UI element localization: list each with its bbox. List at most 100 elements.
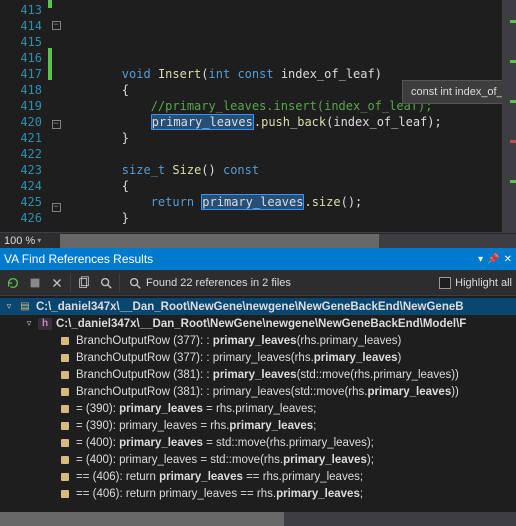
panel-title-text: VA Find References Results xyxy=(4,252,153,266)
line-number: 417 xyxy=(0,66,42,82)
editor-bottom-bar: 100 % ▾ xyxy=(0,232,516,248)
line-number: 424 xyxy=(0,178,42,194)
checkbox-box[interactable] xyxy=(439,277,451,289)
match-icon xyxy=(58,386,72,398)
header-file-icon: h xyxy=(38,318,52,330)
panel-title-bar[interactable]: VA Find References Results ▾ 📌 ✕ xyxy=(0,248,516,270)
match-icon xyxy=(58,471,72,483)
editor-horizontal-scrollbar[interactable] xyxy=(60,234,516,248)
results-horizontal-scrollbar[interactable] xyxy=(0,512,516,526)
tree-match-node[interactable]: = (400): primary_leaves = std::move(rhs.… xyxy=(0,451,516,468)
panel-menu-icon[interactable]: ▾ xyxy=(478,254,483,265)
fold-toggle xyxy=(48,53,64,69)
clear-button[interactable] xyxy=(48,274,66,292)
match-icon xyxy=(58,335,72,347)
fold-toggle[interactable]: − xyxy=(48,203,64,219)
line-number: 415 xyxy=(0,34,42,50)
line-number: 422 xyxy=(0,146,42,162)
tree-node-text: == (406): return primary_leaves == rhs.p… xyxy=(76,471,363,483)
line-number: 418 xyxy=(0,82,42,98)
tree-match-node[interactable]: = (390): primary_leaves = rhs.primary_le… xyxy=(0,400,516,417)
match-icon xyxy=(58,420,72,432)
tree-project-node[interactable]: ▿ ▤ C:\_daniel347x\__Dan_Root\NewGene\newg… xyxy=(0,298,516,315)
line-number: 421 xyxy=(0,130,42,146)
fold-toggle xyxy=(48,152,64,168)
code-line[interactable]: size_t Size() const xyxy=(64,162,502,178)
match-icon xyxy=(58,403,72,415)
fold-toggle xyxy=(48,101,64,117)
match-icon xyxy=(58,488,72,500)
line-number: 420 xyxy=(0,114,42,130)
tree-match-node[interactable]: BranchOutputRow (377): : primary_leaves(… xyxy=(0,349,516,366)
match-icon xyxy=(58,369,72,381)
tree-node-text: = (400): primary_leaves = std::move(rhs.… xyxy=(76,454,374,466)
tree-node-text: C:\_daniel347x\__Dan_Root\NewGene\newgen… xyxy=(36,301,464,313)
tree-node-text: == (406): return primary_leaves == rhs.p… xyxy=(76,488,363,500)
zoom-value: 100 % xyxy=(4,235,35,247)
fold-toggle xyxy=(48,184,64,200)
refresh-button[interactable] xyxy=(4,274,22,292)
highlight-all-label: Highlight all xyxy=(455,277,512,289)
match-icon xyxy=(58,352,72,364)
fold-toggle xyxy=(48,168,64,184)
code-line[interactable] xyxy=(64,50,502,66)
copy-button[interactable] xyxy=(75,274,93,292)
fold-toggle[interactable]: − xyxy=(48,21,64,37)
tree-node-text: BranchOutputRow (381): : primary_leaves(… xyxy=(76,386,459,398)
results-status-text: Found 22 references in 2 files xyxy=(146,277,291,289)
line-number: 426 xyxy=(0,210,42,226)
line-number: 413 xyxy=(0,2,42,18)
scrollbar-thumb[interactable] xyxy=(60,234,379,248)
fold-toggle xyxy=(48,136,64,152)
tree-match-node[interactable]: = (390): primary_leaves = rhs.primary_le… xyxy=(0,417,516,434)
find-button[interactable] xyxy=(97,274,115,292)
results-tree[interactable]: ▿ ▤ C:\_daniel347x\__Dan_Root\NewGene\newg… xyxy=(0,296,516,512)
code-editor[interactable]: 4134144154164174184194204214224234244254… xyxy=(0,0,516,232)
stop-button[interactable] xyxy=(26,274,44,292)
scrollbar-thumb[interactable] xyxy=(0,512,284,526)
pin-icon[interactable]: 📌 xyxy=(487,254,499,265)
tree-match-node[interactable]: == (406): return primary_leaves == rhs.p… xyxy=(0,485,516,502)
code-line[interactable]: primary_leaves.push_back(index_of_leaf); xyxy=(64,114,502,130)
code-line[interactable] xyxy=(64,226,502,232)
line-number-gutter: 4134144154164174184194204214224234244254… xyxy=(0,0,48,232)
tree-file-node[interactable]: ▿ h C:\_daniel347x\__Dan_Root\NewGene\newg… xyxy=(0,315,516,332)
tree-node-text: BranchOutputRow (377): : primary_leaves(… xyxy=(76,335,401,347)
code-area[interactable]: void Insert(int const index_of_leaf) { /… xyxy=(64,0,502,232)
symbol-tooltip: const int index_of_leaf xyxy=(402,80,502,104)
fold-toggle xyxy=(48,85,64,101)
chevron-down-icon: ▾ xyxy=(37,236,41,245)
code-line[interactable] xyxy=(64,146,502,162)
line-number: 414 xyxy=(0,18,42,34)
tree-twisty[interactable]: ▿ xyxy=(4,301,14,312)
tree-node-text: = (390): primary_leaves = rhs.primary_le… xyxy=(76,420,316,432)
fold-toggle xyxy=(48,37,64,53)
match-icon xyxy=(58,437,72,449)
tree-node-text: BranchOutputRow (381): : primary_leaves(… xyxy=(76,369,459,381)
code-line[interactable]: } xyxy=(64,130,502,146)
search-icon xyxy=(128,276,142,290)
tree-match-node[interactable]: BranchOutputRow (377): : primary_leaves(… xyxy=(0,332,516,349)
tree-match-node[interactable]: BranchOutputRow (381): : primary_leaves(… xyxy=(0,383,516,400)
match-icon xyxy=(58,454,72,466)
tree-match-node[interactable]: = (400): primary_leaves = std::move(rhs.… xyxy=(0,434,516,451)
close-icon[interactable]: ✕ xyxy=(504,254,512,265)
tree-twisty[interactable]: ▿ xyxy=(24,318,34,329)
tree-node-text: C:\_daniel347x\__Dan_Root\NewGene\newgen… xyxy=(56,318,466,330)
code-line[interactable]: } xyxy=(64,210,502,226)
tree-node-text: = (390): primary_leaves = rhs.primary_le… xyxy=(76,403,316,415)
tree-match-node[interactable]: == (406): return primary_leaves == rhs.p… xyxy=(0,468,516,485)
tree-node-text: = (400): primary_leaves = std::move(rhs.… xyxy=(76,437,374,449)
tree-node-text: BranchOutputRow (377): : primary_leaves(… xyxy=(76,352,401,364)
highlight-all-checkbox[interactable]: Highlight all xyxy=(439,277,512,289)
code-line[interactable]: { xyxy=(64,178,502,194)
tree-match-node[interactable]: BranchOutputRow (381): : primary_leaves(… xyxy=(0,366,516,383)
project-icon: ▤ xyxy=(18,301,32,313)
line-number: 425 xyxy=(0,194,42,210)
code-line[interactable]: return primary_leaves.size(); xyxy=(64,194,502,210)
fold-column[interactable]: − − − xyxy=(48,0,64,232)
line-number: 416 xyxy=(0,50,42,66)
zoom-level-dropdown[interactable]: 100 % ▾ xyxy=(0,235,60,247)
fold-toggle[interactable]: − xyxy=(48,120,64,136)
editor-vertical-scrollbar[interactable] xyxy=(502,0,516,232)
